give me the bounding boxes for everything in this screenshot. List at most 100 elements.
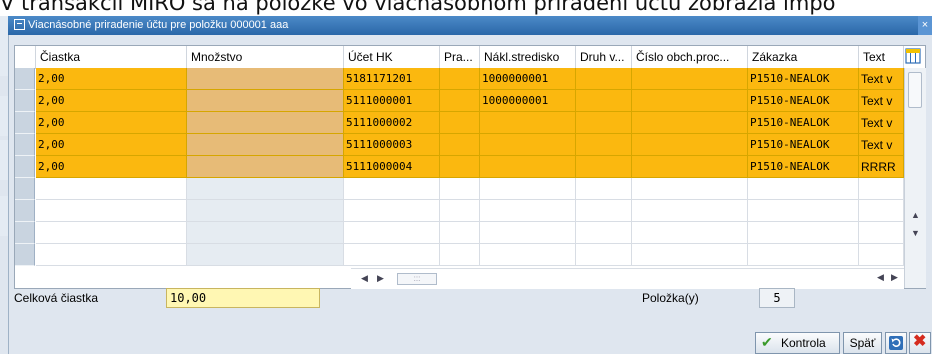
table-cell-obch-proc[interactable] [632,222,748,244]
table-cell-druh[interactable] [576,222,632,244]
col-header-amount[interactable]: Čiastka [36,46,187,68]
table-cell-druh[interactable] [576,200,632,222]
table-cell-obch-proc[interactable] [632,90,748,112]
table-row[interactable]: 2,00 5111000002 P1510-NEALOK Text v [15,112,925,134]
row-selector[interactable] [15,68,35,90]
scroll-thumb[interactable]: ::: [397,273,437,285]
table-cell-gl-account[interactable] [344,200,440,222]
horizontal-scrollbar-main[interactable]: ◀ ▶ ::: [351,268,904,289]
table-cell-cost-center[interactable] [480,156,576,178]
table-cell-obch-proc[interactable] [632,244,748,266]
table-cell-text[interactable] [859,244,904,266]
scroll-up-icon[interactable]: ▲ [911,210,920,220]
table-cell-gl-account[interactable]: 5111000002 [344,112,440,134]
table-cell-order[interactable]: P1510-NEALOK [748,156,859,178]
check-button[interactable]: ✔ Kontrola [755,332,840,354]
table-row[interactable] [15,200,925,222]
table-cell-gl-account[interactable]: 5111000001 [344,90,440,112]
table-cell-druh[interactable] [576,90,632,112]
table-cell-druh[interactable] [576,134,632,156]
table-cell-amount[interactable] [36,200,187,222]
table-cell-text[interactable]: Text v [859,112,904,134]
table-cell-obch-proc[interactable] [632,200,748,222]
table-cell-quantity[interactable] [187,90,344,112]
table-cell-order[interactable]: P1510-NEALOK [748,134,859,156]
table-cell-gl-account[interactable]: 5111000004 [344,156,440,178]
scroll-left-icon[interactable]: ◀ [361,273,368,284]
row-selector[interactable] [15,112,35,134]
table-cell-amount[interactable]: 2,00 [36,112,187,134]
vertical-scrollbar[interactable]: ▲ ▼ [904,68,926,288]
table-cell-amount[interactable]: 2,00 [36,90,187,112]
table-cell-amount[interactable] [36,178,187,200]
table-cell-druh[interactable] [576,244,632,266]
table-cell-order[interactable]: P1510-NEALOK [748,112,859,134]
row-selector[interactable] [15,244,35,266]
table-cell-pra[interactable] [440,68,480,90]
table-cell-text[interactable]: Text v [859,68,904,90]
table-cell-pra[interactable] [440,134,480,156]
table-cell-cost-center[interactable] [480,178,576,200]
table-cell-cost-center[interactable]: 1000000001 [480,90,576,112]
table-cell-order[interactable]: P1510-NEALOK [748,90,859,112]
table-cell-pra[interactable] [440,200,480,222]
close-icon[interactable]: × [918,16,932,35]
table-row[interactable] [15,178,925,200]
table-row[interactable]: 2,00 5181171201 1000000001 P1510-NEALOK Text… [15,68,925,90]
table-cell-pra[interactable] [440,178,480,200]
table-cell-obch-proc[interactable] [632,134,748,156]
scroll-right-icon[interactable]: ▶ [891,272,898,283]
table-cell-quantity[interactable] [187,134,344,156]
col-header-cost-center[interactable]: Nákl.stredisko [480,46,576,68]
total-amount-field[interactable]: 10,00 [166,288,320,308]
row-selector[interactable] [15,222,35,244]
row-selector[interactable] [15,90,35,112]
table-settings-icon[interactable] [905,48,921,64]
table-cell-amount[interactable] [36,244,187,266]
table-cell-order[interactable] [748,222,859,244]
table-row[interactable]: 2,00 5111000003 P1510-NEALOK Text v [15,134,925,156]
table-cell-text[interactable]: Text v [859,134,904,156]
table-cell-order[interactable] [748,200,859,222]
table-cell-obch-proc[interactable] [632,178,748,200]
table-cell-quantity[interactable] [187,68,344,90]
col-header-druh[interactable]: Druh v... [576,46,632,68]
table-cell-text[interactable]: RRRR [859,156,904,178]
row-selector[interactable] [15,200,35,222]
table-cell-cost-center[interactable] [480,112,576,134]
col-header-order[interactable]: Zákazka [748,46,859,68]
table-cell-gl-account[interactable] [344,178,440,200]
back-button[interactable]: Späť [843,332,882,354]
table-cell-amount[interactable] [36,222,187,244]
table-row[interactable]: 2,00 5111000004 P1510-NEALOK RRRR [15,156,925,178]
cancel-button[interactable]: ✖ [909,332,931,354]
table-cell-cost-center[interactable] [480,244,576,266]
scroll-left-icon[interactable]: ◀ [877,272,884,283]
horizontal-scrollbar-fixed[interactable]: ◀ ▶ [873,268,903,288]
table-cell-quantity[interactable] [187,222,344,244]
table-cell-cost-center[interactable]: 1000000001 [480,68,576,90]
col-header-quantity[interactable]: Množstvo [187,46,344,68]
table-cell-text[interactable] [859,222,904,244]
table-cell-gl-account[interactable]: 5111000003 [344,134,440,156]
table-cell-quantity[interactable] [187,200,344,222]
col-header-business-process[interactable]: Číslo obch.proc... [632,46,748,68]
table-cell-druh[interactable] [576,68,632,90]
table-cell-pra[interactable] [440,244,480,266]
scroll-thumb[interactable] [908,72,922,108]
table-cell-pra[interactable] [440,222,480,244]
table-cell-druh[interactable] [576,178,632,200]
table-cell-order[interactable] [748,178,859,200]
refresh-button[interactable] [885,332,907,354]
table-cell-cost-center[interactable] [480,134,576,156]
table-row[interactable]: 2,00 5111000001 1000000001 P1510-NEALOK Text… [15,90,925,112]
table-cell-order[interactable]: P1510-NEALOK [748,68,859,90]
table-cell-pra[interactable] [440,156,480,178]
table-cell-quantity[interactable] [187,112,344,134]
table-row[interactable] [15,244,925,266]
table-cell-amount[interactable]: 2,00 [36,156,187,178]
table-cell-amount[interactable]: 2,00 [36,68,187,90]
table-cell-gl-account[interactable] [344,244,440,266]
table-cell-order[interactable] [748,244,859,266]
select-all-corner[interactable] [15,46,36,68]
